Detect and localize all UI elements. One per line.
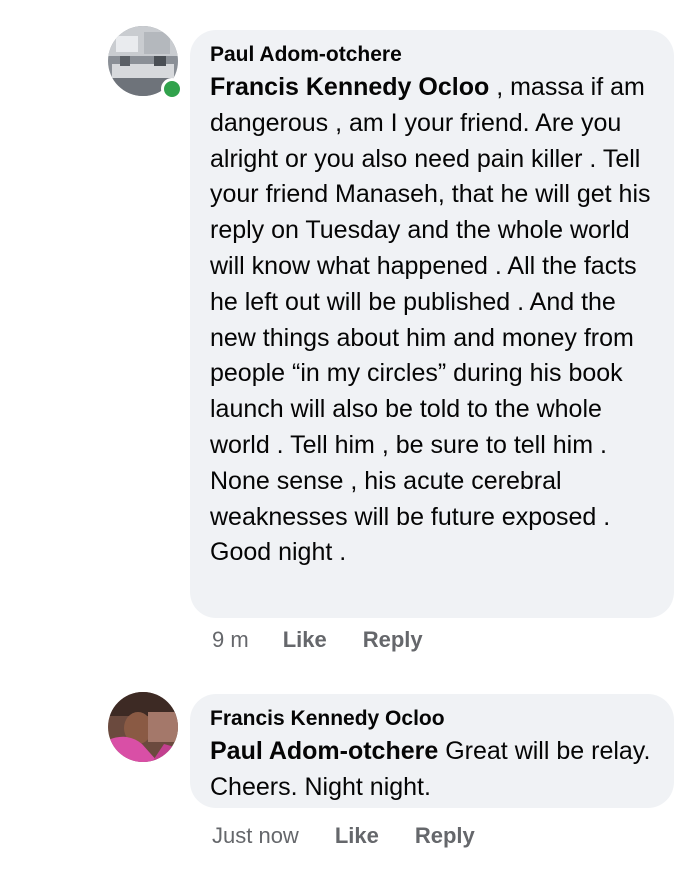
reply-button[interactable]: Reply — [415, 823, 475, 849]
comment-author[interactable]: Paul Adom-otchere — [210, 42, 658, 68]
online-status-icon — [161, 78, 183, 100]
reply-button[interactable]: Reply — [363, 627, 423, 653]
avatar-francis[interactable] — [108, 692, 178, 762]
mention-link[interactable]: Francis Kennedy Ocloo — [210, 73, 489, 101]
comment-actions: 9 m Like Reply — [212, 626, 423, 654]
mention-link[interactable]: Paul Adom-otchere — [210, 737, 438, 765]
comment-text: Paul Adom-otchere Great will be relay. C… — [210, 734, 658, 806]
like-button[interactable]: Like — [335, 823, 379, 849]
comment-timestamp[interactable]: 9 m — [212, 627, 249, 653]
comment-bubble: Francis Kennedy Ocloo Paul Adom-otchere … — [190, 694, 674, 808]
comment-actions: Just now Like Reply — [212, 822, 475, 850]
like-button[interactable]: Like — [283, 627, 327, 653]
comment-author[interactable]: Francis Kennedy Ocloo — [210, 706, 658, 732]
comment-text: Francis Kennedy Ocloo , massa if am dang… — [210, 70, 658, 571]
comment-body: , massa if am dangerous , am I your frie… — [210, 73, 651, 567]
comment-bubble: Paul Adom-otchere Francis Kennedy Ocloo … — [190, 30, 674, 618]
comment-2: Francis Kennedy Ocloo Paul Adom-otchere … — [0, 680, 696, 870]
comment-timestamp[interactable]: Just now — [212, 823, 299, 849]
comment-1: Paul Adom-otchere Francis Kennedy Ocloo … — [0, 0, 696, 680]
